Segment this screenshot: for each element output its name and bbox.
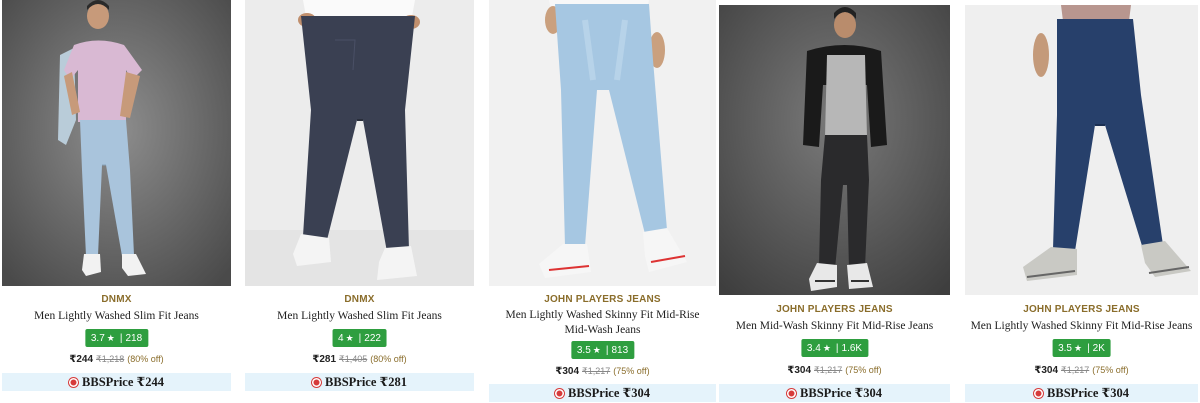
product-title[interactable]: Men Lightly Washed Skinny Fit Mid-Rise J… [965,319,1198,334]
product-title[interactable]: Men Lightly Washed Skinny Fit Mid-Rise M… [489,308,716,338]
product-card[interactable]: JOHN PLAYERS JEANS Men Mid-Wash Skinny F… [719,0,950,403]
bbs-logo-icon [1034,389,1044,398]
rating-badge: 3.5 ★ | 2K [1052,339,1111,357]
rating-value: 3.5 [576,345,591,356]
star-icon: ★ [106,333,115,343]
bbs-price-bar: BBSPrice ₹304 [489,384,716,402]
product-image[interactable] [2,0,231,286]
bbs-price-label: BBSPrice ₹304 [1047,386,1129,400]
bbs-price-label: BBSPrice ₹304 [568,386,650,400]
price-row: ₹304 ₹1,217 (75% off) [965,365,1198,376]
bbs-price-bar: BBSPrice ₹304 [719,384,950,402]
rating-badge: 3.7 ★ | 218 [84,329,149,347]
star-icon: ★ [1073,343,1083,353]
mrp-price: ₹1,217 [582,366,611,376]
product-title[interactable]: Men Lightly Washed Slim Fit Jeans [245,309,474,324]
product-image[interactable] [489,0,716,286]
discount-label: (75% off) [613,366,650,376]
discount-label: (80% off) [127,354,164,364]
bbs-price-label: BBSPrice ₹304 [800,386,882,400]
selling-price: ₹304 [555,366,580,377]
rating-value: 3.7 [90,333,105,344]
selling-price: ₹244 [69,354,94,365]
mrp-price: ₹1,218 [96,354,125,364]
bbs-price-bar: BBSPrice ₹281 [245,373,474,391]
review-count: 2K [1092,343,1105,354]
product-brand: DNMX [101,294,132,305]
rating-badge: 4 ★ | 222 [332,329,387,347]
rating-value: 3.4 [806,343,821,354]
bbs-price-bar: BBSPrice ₹244 [2,373,231,391]
bbs-logo-icon [787,389,797,398]
discount-label: (75% off) [845,365,882,375]
price-row: ₹304 ₹1,217 (75% off) [719,365,950,376]
price-row: ₹281 ₹1,405 (80% off) [245,354,474,365]
discount-label: (75% off) [1092,365,1129,375]
price-row: ₹304 ₹1,217 (75% off) [489,366,716,377]
product-card[interactable]: DNMX Men Lightly Washed Slim Fit Jeans 4… [245,0,474,403]
product-card[interactable]: DNMX Men Lightly Washed Slim Fit Jeans 3… [2,0,231,403]
review-count: 813 [611,345,629,356]
bbs-logo-icon [555,389,565,398]
price-row: ₹244 ₹1,218 (80% off) [2,354,231,365]
product-title[interactable]: Men Mid-Wash Skinny Fit Mid-Rise Jeans [719,319,950,334]
product-image[interactable] [719,5,950,295]
mrp-price: ₹1,405 [339,354,368,364]
selling-price: ₹304 [787,365,812,376]
product-card[interactable]: JOHN PLAYERS JEANS Men Lightly Washed Sk… [489,0,716,403]
bbs-price-label: BBSPrice ₹244 [82,375,164,389]
rating-value: 4 [338,333,344,344]
bbs-logo-icon [69,378,79,387]
review-count: 222 [364,333,381,344]
selling-price: ₹304 [1034,365,1059,376]
mrp-price: ₹1,217 [814,365,843,375]
review-count: 218 [125,333,143,344]
product-image[interactable] [965,5,1198,295]
selling-price: ₹281 [312,354,337,365]
product-brand: JOHN PLAYERS JEANS [776,304,893,315]
product-title[interactable]: Men Lightly Washed Slim Fit Jeans [2,309,231,324]
product-card[interactable]: JOHN PLAYERS JEANS Men Lightly Washed Sk… [965,0,1198,403]
mrp-price: ₹1,217 [1061,365,1090,375]
star-icon: ★ [822,343,831,353]
product-brand: JOHN PLAYERS JEANS [1023,304,1140,315]
rating-value: 3.5 [1058,343,1072,354]
bbs-price-bar: BBSPrice ₹304 [965,384,1198,402]
bbs-logo-icon [312,378,322,387]
bbs-price-label: BBSPrice ₹281 [325,375,407,389]
star-icon: ★ [592,345,601,355]
star-icon: ★ [345,333,354,343]
review-count: 1.6K [841,343,863,354]
product-brand: DNMX [344,294,375,305]
rating-badge: 3.4 ★ | 1.6K [800,339,869,357]
product-image[interactable] [245,0,474,286]
discount-label: (80% off) [370,354,407,364]
rating-badge: 3.5 ★ | 813 [570,341,635,359]
product-brand: JOHN PLAYERS JEANS [544,294,661,305]
